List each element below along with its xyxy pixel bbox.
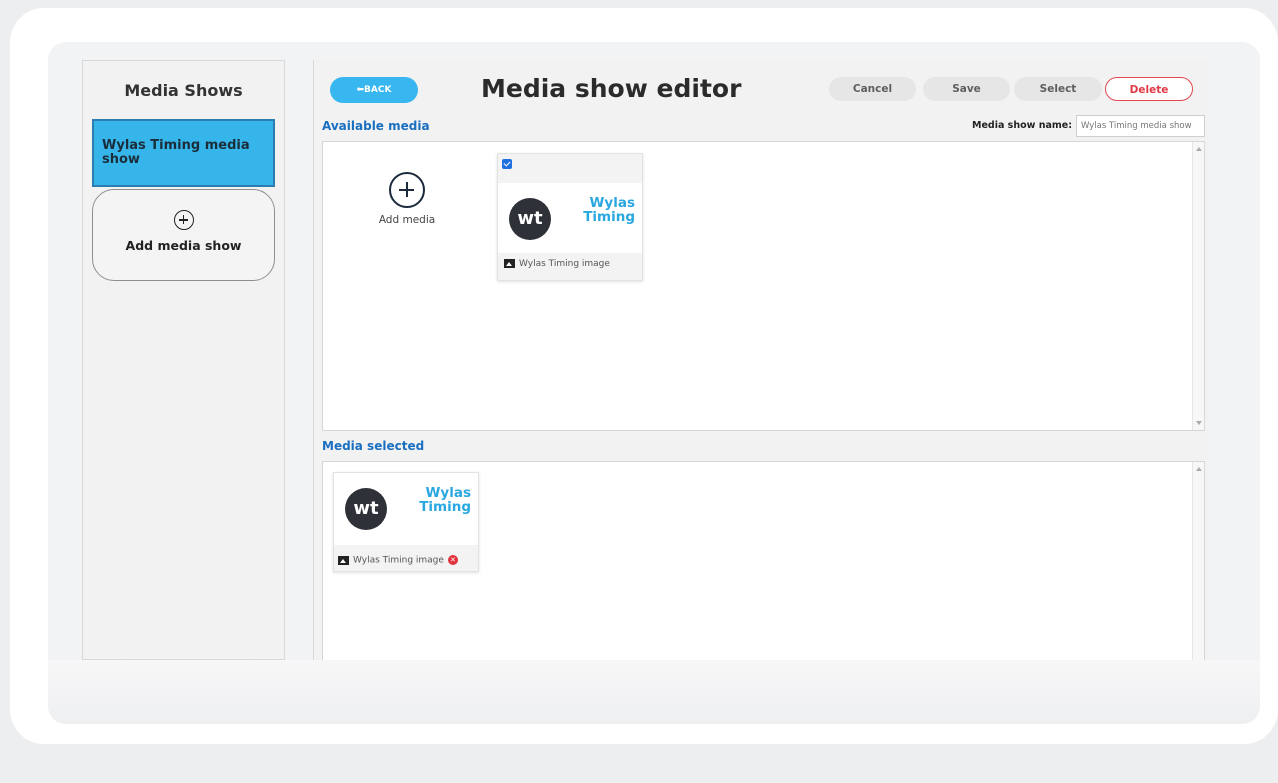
media-show-name-label: Media show name:: [972, 120, 1073, 131]
delete-button[interactable]: Delete: [1105, 77, 1193, 101]
outer-frame: Media Shows Wylas Timing media show Add …: [10, 8, 1278, 744]
logo-wordmark: Wylas Timing: [555, 196, 635, 224]
media-selected-pane[interactable]: wt Wylas Timing Wylas Timing image ✕: [322, 461, 1205, 671]
select-button[interactable]: Select: [1014, 77, 1102, 101]
logo-initials: wt: [509, 198, 551, 240]
image-icon: [338, 555, 349, 565]
page-title: Media show editor: [481, 74, 742, 103]
logo-line-2: Timing: [419, 499, 471, 515]
remove-icon[interactable]: ✕: [447, 555, 458, 565]
add-media-show-button[interactable]: Add media show: [92, 189, 275, 281]
media-caption: Wylas Timing image: [504, 259, 648, 269]
image-icon: [504, 259, 515, 268]
sidebar: Media Shows Wylas Timing media show Add …: [82, 60, 285, 660]
cancel-button[interactable]: Cancel: [829, 77, 916, 101]
media-caption: Wylas Timing image ✕: [338, 555, 482, 566]
available-media-label: Available media: [322, 119, 430, 133]
selected-media-card[interactable]: wt Wylas Timing Wylas Timing image ✕: [333, 472, 479, 572]
plus-circle-icon: [389, 172, 425, 208]
add-media-button[interactable]: Add media: [369, 172, 445, 226]
media-show-name-input[interactable]: [1076, 115, 1205, 137]
add-media-label: Add media: [378, 214, 436, 226]
media-thumbnail: wt Wylas Timing: [498, 183, 642, 253]
media-selected-label: Media selected: [322, 439, 425, 453]
available-scrollbar[interactable]: [1192, 142, 1204, 430]
media-caption-text: Wylas Timing image: [353, 555, 444, 566]
scroll-up-icon[interactable]: [1196, 467, 1202, 471]
selected-scrollbar[interactable]: [1192, 462, 1204, 670]
sidebar-item-media-show[interactable]: Wylas Timing media show: [92, 119, 275, 187]
media-card[interactable]: wt Wylas Timing Wylas Timing image: [497, 153, 643, 281]
media-thumbnail: wt Wylas Timing: [334, 473, 478, 545]
logo-line-2: Timing: [583, 209, 635, 225]
save-button[interactable]: Save: [923, 77, 1010, 101]
window-bottom-fade: [48, 660, 1260, 724]
back-button[interactable]: ⬅BACK: [330, 77, 418, 103]
sidebar-title: Media Shows: [124, 81, 243, 100]
app-window: Media Shows Wylas Timing media show Add …: [48, 42, 1260, 724]
logo-initials: wt: [345, 488, 387, 530]
available-media-pane[interactable]: Add media wt Wylas Timing Wylas Timing i…: [322, 141, 1205, 431]
plus-circle-icon: [173, 210, 194, 230]
scroll-down-icon[interactable]: [1196, 421, 1202, 425]
media-caption-text: Wylas Timing image: [519, 259, 610, 269]
logo-wordmark: Wylas Timing: [391, 486, 471, 514]
media-show-editor: ⬅BACK Media show editor Cancel Save Sele…: [313, 60, 1210, 671]
add-media-show-label: Add media show: [125, 238, 242, 253]
logo-line-1: Wylas: [425, 485, 471, 501]
logo-line-1: Wylas: [589, 195, 635, 211]
media-checkbox[interactable]: [502, 159, 512, 169]
scroll-up-icon[interactable]: [1196, 147, 1202, 151]
